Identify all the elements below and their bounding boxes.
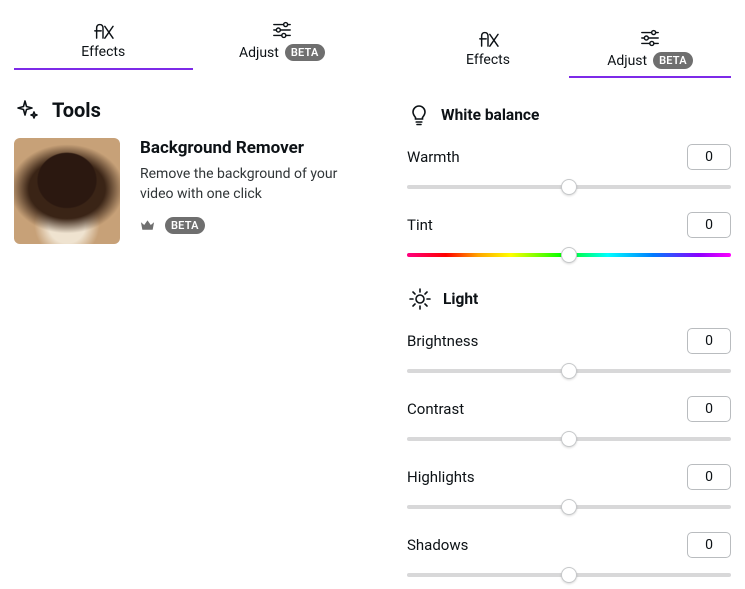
tab-adjust-label: Adjust bbox=[239, 45, 279, 61]
sparkle-icon bbox=[16, 98, 40, 122]
sun-icon bbox=[409, 288, 431, 310]
control-brightness: Brightness bbox=[407, 328, 731, 378]
brightness-input[interactable] bbox=[687, 328, 731, 354]
tab-adjust[interactable]: Adjust BETA bbox=[569, 22, 731, 77]
control-tint: Tint bbox=[407, 212, 731, 262]
sliders-icon bbox=[271, 20, 293, 40]
shadows-slider[interactable] bbox=[407, 568, 731, 582]
bulb-icon bbox=[409, 104, 429, 126]
brightness-slider[interactable] bbox=[407, 364, 731, 378]
control-highlights: Highlights bbox=[407, 464, 731, 514]
beta-badge: BETA bbox=[285, 44, 325, 61]
slider-thumb[interactable] bbox=[561, 247, 577, 263]
tool-title: Background Remover bbox=[140, 138, 360, 158]
tools-title: Tools bbox=[52, 98, 101, 122]
group-light-title: Light bbox=[443, 290, 478, 308]
slider-thumb[interactable] bbox=[561, 567, 577, 583]
tab-effects-label: Effects bbox=[81, 44, 125, 60]
group-white-balance-header: White balance bbox=[409, 104, 731, 126]
slider-thumb[interactable] bbox=[561, 363, 577, 379]
contrast-slider[interactable] bbox=[407, 432, 731, 446]
tab-effects-label: Effects bbox=[466, 52, 510, 68]
beta-badge: BETA bbox=[653, 52, 693, 69]
tab-effects[interactable]: Effects bbox=[407, 22, 569, 77]
control-warmth: Warmth bbox=[407, 144, 731, 194]
warmth-input[interactable] bbox=[687, 144, 731, 170]
sliders-icon bbox=[639, 28, 661, 48]
control-shadows: Shadows bbox=[407, 532, 731, 582]
control-contrast: Contrast bbox=[407, 396, 731, 446]
highlights-label: Highlights bbox=[407, 468, 475, 486]
right-tabs: Effects Adjust BETA bbox=[407, 22, 731, 78]
shadows-input[interactable] bbox=[687, 532, 731, 558]
tint-label: Tint bbox=[407, 216, 433, 234]
group-white-balance-title: White balance bbox=[441, 106, 539, 124]
tint-slider[interactable] bbox=[407, 248, 731, 262]
brightness-label: Brightness bbox=[407, 332, 478, 350]
beta-badge: BETA bbox=[165, 217, 205, 234]
slider-thumb[interactable] bbox=[561, 431, 577, 447]
warmth-slider[interactable] bbox=[407, 180, 731, 194]
tab-effects[interactable]: Effects bbox=[14, 14, 193, 69]
left-panel: Effects Adjust BETA bbox=[0, 0, 385, 589]
tool-description: Remove the background of your video with… bbox=[140, 164, 360, 205]
highlights-slider[interactable] bbox=[407, 500, 731, 514]
tint-input[interactable] bbox=[687, 212, 731, 238]
contrast-label: Contrast bbox=[407, 400, 464, 418]
tool-thumbnail bbox=[14, 138, 120, 244]
right-panel: Effects Adjust BETA bbox=[385, 0, 745, 589]
crown-icon bbox=[140, 218, 155, 232]
warmth-label: Warmth bbox=[407, 148, 460, 166]
tool-background-remover[interactable]: Background Remover Remove the background… bbox=[14, 138, 371, 244]
contrast-input[interactable] bbox=[687, 396, 731, 422]
tool-info: Background Remover Remove the background… bbox=[140, 138, 360, 244]
highlights-input[interactable] bbox=[687, 464, 731, 490]
fx-icon bbox=[92, 20, 114, 40]
tab-adjust-label: Adjust bbox=[607, 53, 647, 69]
shadows-label: Shadows bbox=[407, 536, 468, 554]
slider-thumb[interactable] bbox=[561, 499, 577, 515]
slider-thumb[interactable] bbox=[561, 179, 577, 195]
tab-adjust[interactable]: Adjust BETA bbox=[193, 14, 372, 69]
group-light-header: Light bbox=[409, 288, 731, 310]
fx-icon bbox=[477, 28, 499, 48]
left-tabs: Effects Adjust BETA bbox=[14, 14, 371, 70]
tools-header: Tools bbox=[16, 98, 371, 122]
